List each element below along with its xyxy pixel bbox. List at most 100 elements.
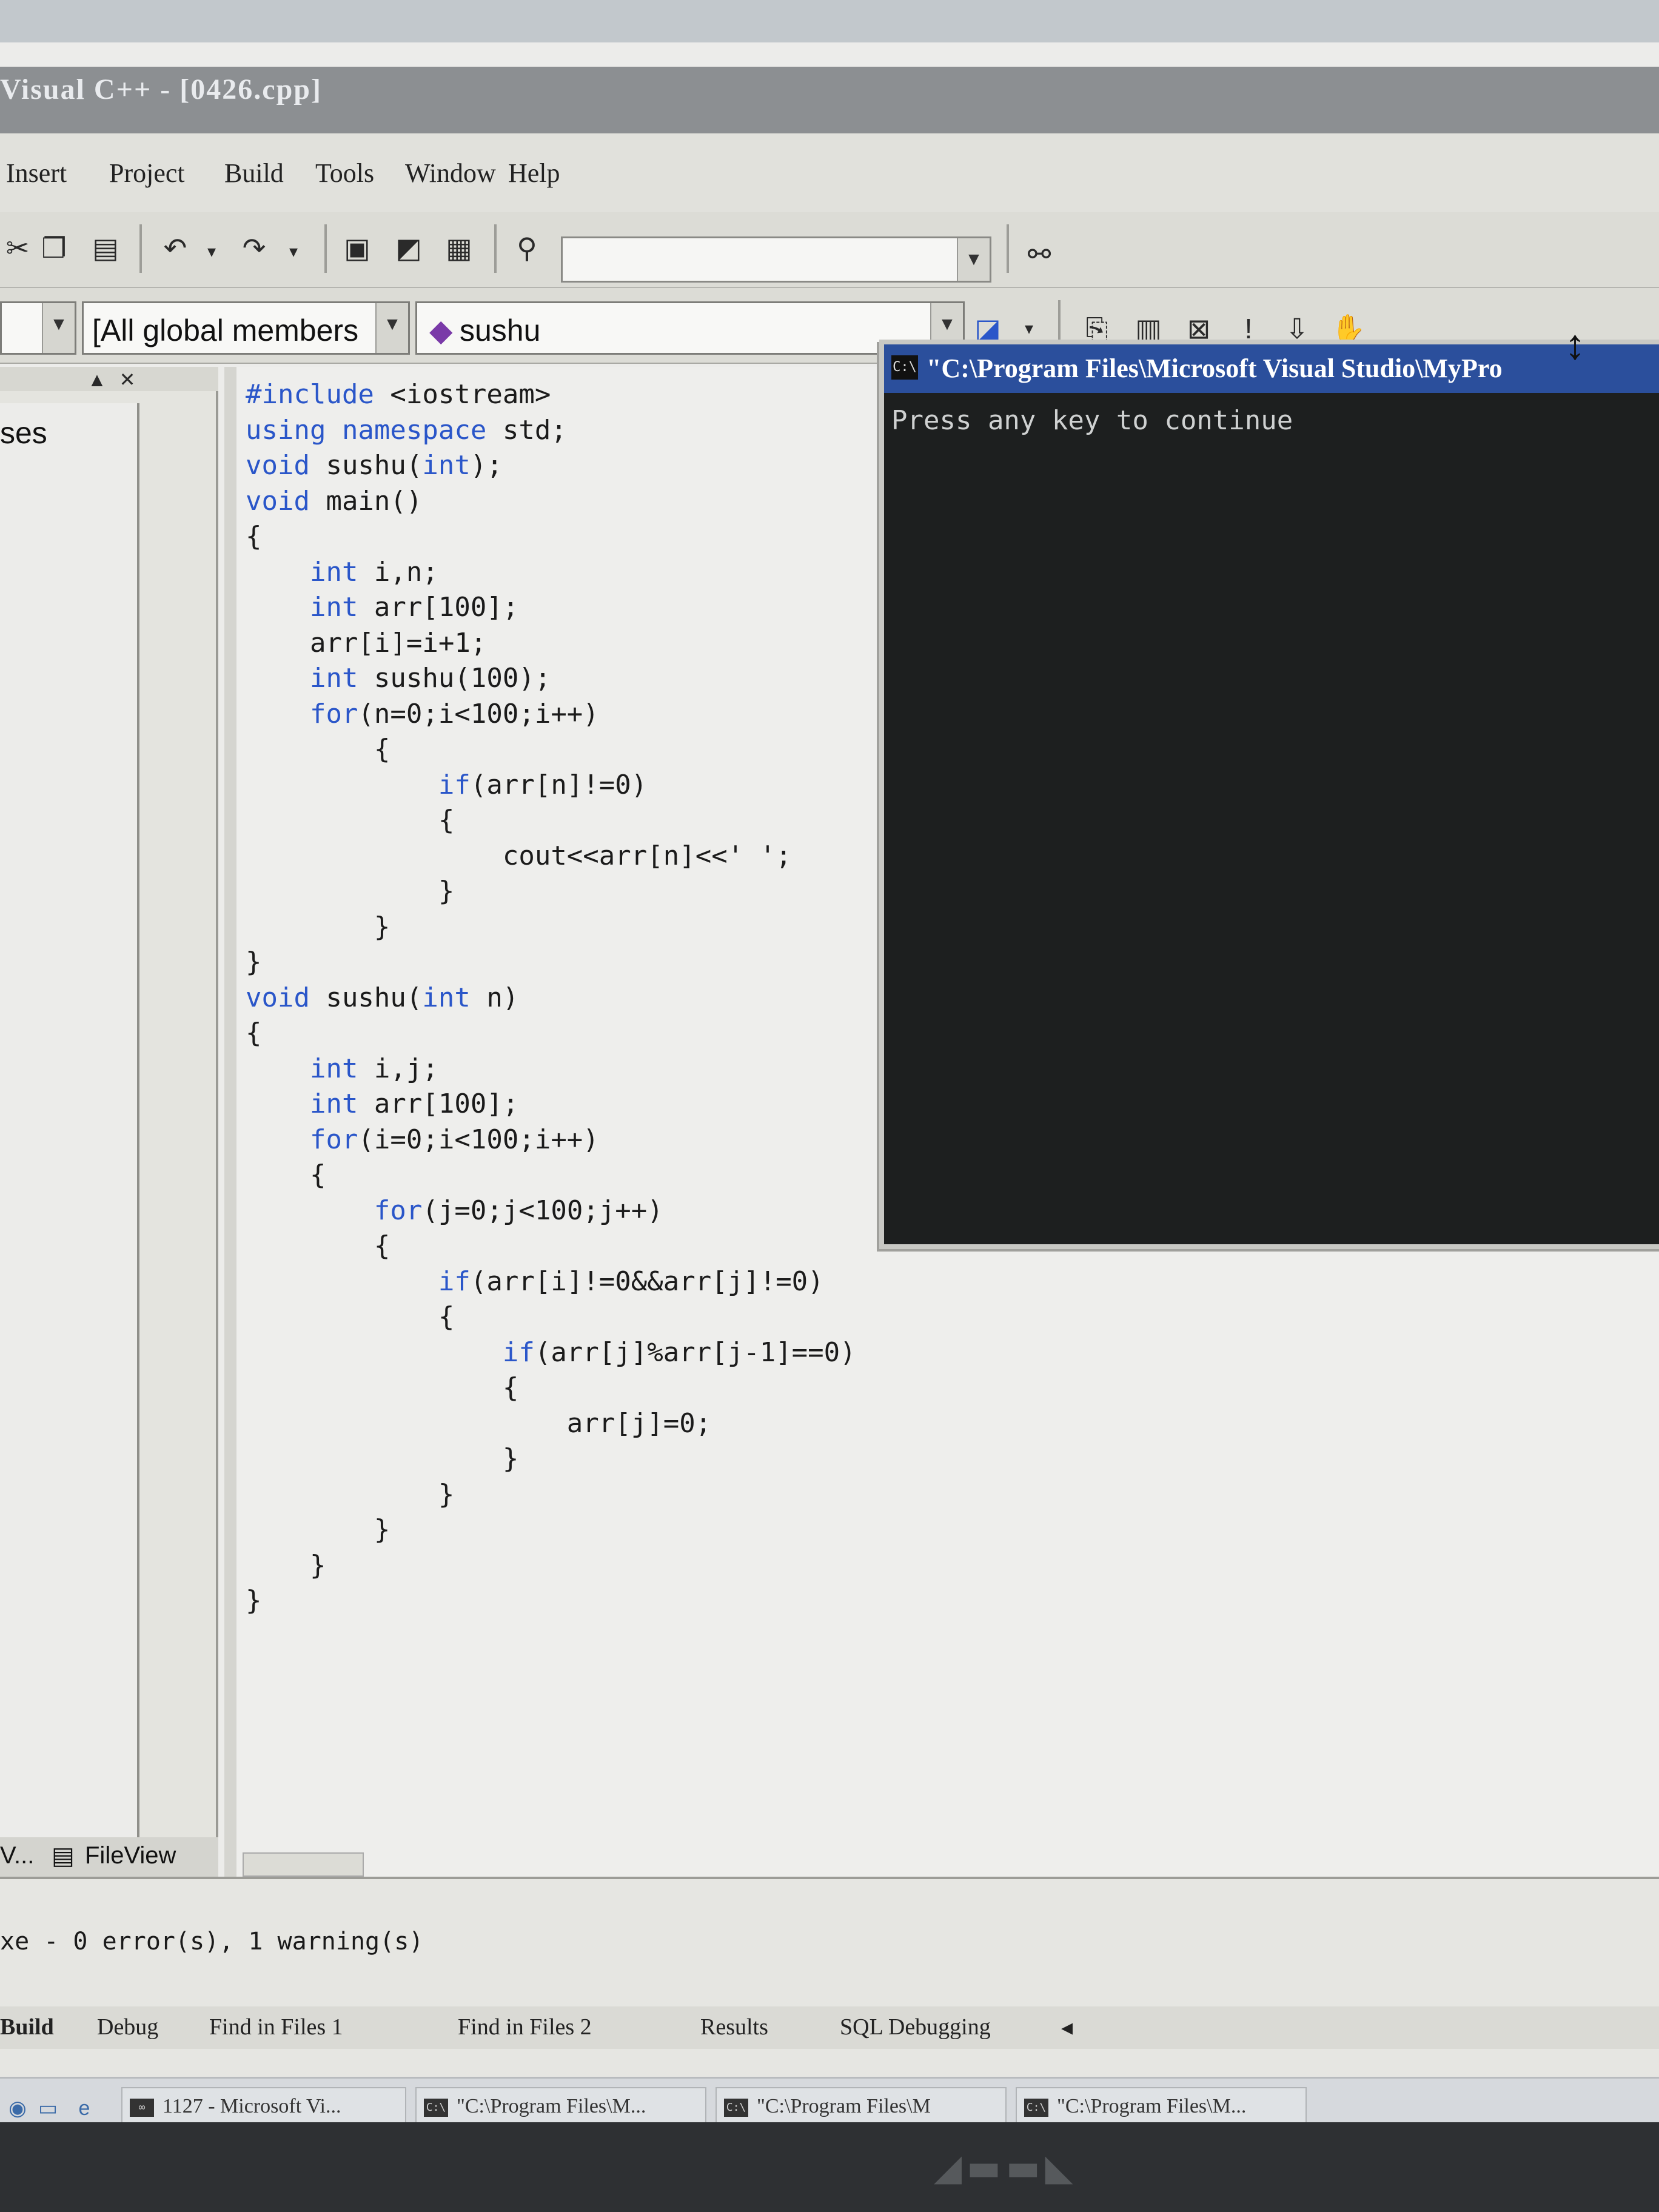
code-line[interactable]: {	[246, 1301, 455, 1332]
code-line[interactable]: }	[246, 876, 455, 907]
code-line[interactable]: int i,n;	[246, 557, 438, 588]
code-line[interactable]: int arr[100];	[246, 1088, 518, 1119]
toolbar-separator	[494, 224, 497, 273]
code-keyword: if	[246, 1336, 535, 1368]
undo-dropdown-icon[interactable]: ▾	[194, 234, 229, 269]
code-line[interactable]: if(arr[j]%arr[j-1]==0)	[246, 1337, 856, 1368]
menu-tools[interactable]: Tools	[315, 158, 374, 189]
code-line[interactable]: {	[246, 734, 390, 765]
code-line[interactable]: }	[246, 1550, 326, 1581]
tab-debug[interactable]: Debug	[97, 2014, 158, 2040]
code-line[interactable]: int sushu(100);	[246, 663, 551, 694]
code-line[interactable]: if(arr[n]!=0)	[246, 769, 647, 800]
code-line[interactable]: arr[i]=i+1;	[246, 628, 486, 659]
chevron-down-icon[interactable]: ▼	[957, 238, 990, 281]
paste-icon[interactable]: ▤	[88, 230, 123, 266]
tab-classview[interactable]: V...	[0, 1842, 34, 1869]
code-line[interactable]: void sushu(int);	[246, 450, 503, 481]
code-line[interactable]: for(n=0;i<100;i++)	[246, 699, 599, 729]
taskbar-button-label: 1127 - Microsoft Vi...	[163, 2095, 341, 2117]
window-list-icon[interactable]: ▦	[441, 230, 477, 266]
show-desktop-icon[interactable]: ▭	[30, 2091, 65, 2122]
code-text: {	[246, 1372, 519, 1403]
code-text: {	[246, 1301, 455, 1332]
code-line[interactable]: {	[246, 1372, 519, 1403]
console-title-bar[interactable]: C:\ "C:\Program Files\Microsoft Visual S…	[884, 344, 1659, 393]
tab-find-in-files-1[interactable]: Find in Files 1	[209, 2014, 343, 2040]
code-line[interactable]: #include <iostream>	[246, 379, 551, 410]
code-text: i,j;	[374, 1053, 438, 1084]
code-line[interactable]: {	[246, 1230, 390, 1261]
vc-task-icon: ∞	[130, 2099, 154, 2117]
taskbar-button[interactable]: ∞ 1127 - Microsoft Vi...	[121, 2087, 406, 2122]
tab-find-in-files-2[interactable]: Find in Files 2	[458, 2014, 592, 2040]
code-line[interactable]: for(i=0;i<100;i++)	[246, 1124, 599, 1155]
browser-icon[interactable]: e	[67, 2091, 102, 2122]
code-text: std;	[502, 414, 567, 446]
title-bar[interactable]: Visual C++ - [0426.cpp]	[0, 67, 1659, 133]
find-combo[interactable]: ▼	[561, 236, 991, 283]
chevron-down-icon[interactable]: ▼	[42, 303, 75, 353]
taskbar-button[interactable]: C:\ "C:\Program Files\M	[716, 2087, 1007, 2122]
tab-sql-debugging[interactable]: SQL Debugging	[840, 2014, 991, 2040]
code-line[interactable]: void main()	[246, 486, 422, 517]
tab-build[interactable]: Build	[0, 2014, 54, 2040]
code-line[interactable]: }	[246, 1479, 455, 1510]
code-line[interactable]: arr[j]=0;	[246, 1408, 711, 1439]
code-line[interactable]: }	[246, 1585, 262, 1616]
find-in-files-icon[interactable]: ⚲	[509, 230, 545, 266]
horizontal-scrollbar[interactable]	[243, 1852, 364, 1877]
code-line[interactable]: for(j=0;j<100;j++)	[246, 1195, 663, 1226]
code-line[interactable]: int i,j;	[246, 1053, 438, 1084]
code-line[interactable]: cout<<arr[n]<<' ';	[246, 840, 792, 871]
code-line[interactable]: }	[246, 911, 390, 942]
editor-gutter[interactable]	[224, 367, 236, 1877]
maximize-icon[interactable]: ▲	[85, 362, 109, 397]
code-line[interactable]: int arr[100];	[246, 592, 518, 623]
code-keyword: #include	[246, 379, 390, 410]
code-line[interactable]: {	[246, 805, 455, 836]
chevron-down-icon[interactable]: ▼	[375, 303, 408, 353]
code-line[interactable]: void sushu(int n)	[246, 982, 518, 1013]
taskbar-button[interactable]: C:\ "C:\Program Files\M...	[415, 2087, 706, 2122]
menu-project[interactable]: Project	[109, 158, 185, 189]
members-combo[interactable]: [All global members ▼	[82, 301, 410, 355]
code-line[interactable]: {	[246, 1017, 262, 1048]
code-line[interactable]: {	[246, 1159, 326, 1190]
code-line[interactable]: using namespace std;	[246, 415, 567, 446]
menu-build[interactable]: Build	[224, 158, 284, 189]
menu-insert[interactable]: Insert	[6, 158, 67, 189]
code-line[interactable]: }	[246, 947, 262, 977]
redo-dropdown-icon[interactable]: ▾	[276, 234, 311, 269]
menu-help[interactable]: Help	[508, 158, 560, 189]
console-window[interactable]: C:\ "C:\Program Files\Microsoft Visual S…	[879, 340, 1659, 1249]
cut-icon[interactable]: ✂	[0, 230, 35, 266]
copy-icon[interactable]: ❐	[36, 230, 72, 266]
code-line[interactable]: }	[246, 1514, 390, 1545]
scroll-left-icon[interactable]: ◂	[1061, 2014, 1073, 2041]
redo-icon[interactable]: ↷	[236, 230, 272, 266]
standard-toolbar: ✂ ❐ ▤ ↶ ▾ ↷ ▾ ▣ ◩ ▦ ⚲ ▼ ⚯	[0, 212, 1659, 288]
class-combo[interactable]: ▼	[0, 301, 76, 355]
menu-window[interactable]: Window	[405, 158, 496, 189]
tree-item-label[interactable]: ses	[0, 415, 47, 451]
close-icon[interactable]: ✕	[115, 362, 139, 397]
code-line[interactable]: }	[246, 1443, 519, 1474]
taskbar-button[interactable]: C:\ "C:\Program Files\M...	[1016, 2087, 1307, 2122]
monitor-bezel-bottom: ◢▬▬◣	[0, 2122, 1659, 2212]
output-tabs: Build Debug Find in Files 1 Find in File…	[0, 2006, 1659, 2049]
find-icon[interactable]: ⚯	[1022, 236, 1057, 272]
taskbar-button-label: "C:\Program Files\M...	[1057, 2095, 1247, 2117]
tab-results[interactable]: Results	[700, 2014, 768, 2040]
workspace-tree[interactable]: ses	[0, 403, 139, 1846]
undo-icon[interactable]: ↶	[158, 230, 193, 266]
code-line[interactable]: {	[246, 521, 262, 552]
tab-fileview[interactable]: FileView	[85, 1842, 176, 1869]
code-line[interactable]: if(arr[i]!=0&&arr[j]!=0)	[246, 1266, 824, 1297]
workspace-icon[interactable]: ▣	[340, 230, 375, 266]
output-icon[interactable]: ◩	[391, 230, 426, 266]
code-keyword: int	[246, 1053, 374, 1084]
code-text: {	[246, 1017, 262, 1048]
screen: Visual C++ - [0426.cpp] Insert Project B…	[0, 42, 1659, 2122]
taskbar-button-label: "C:\Program Files\M	[757, 2095, 931, 2117]
